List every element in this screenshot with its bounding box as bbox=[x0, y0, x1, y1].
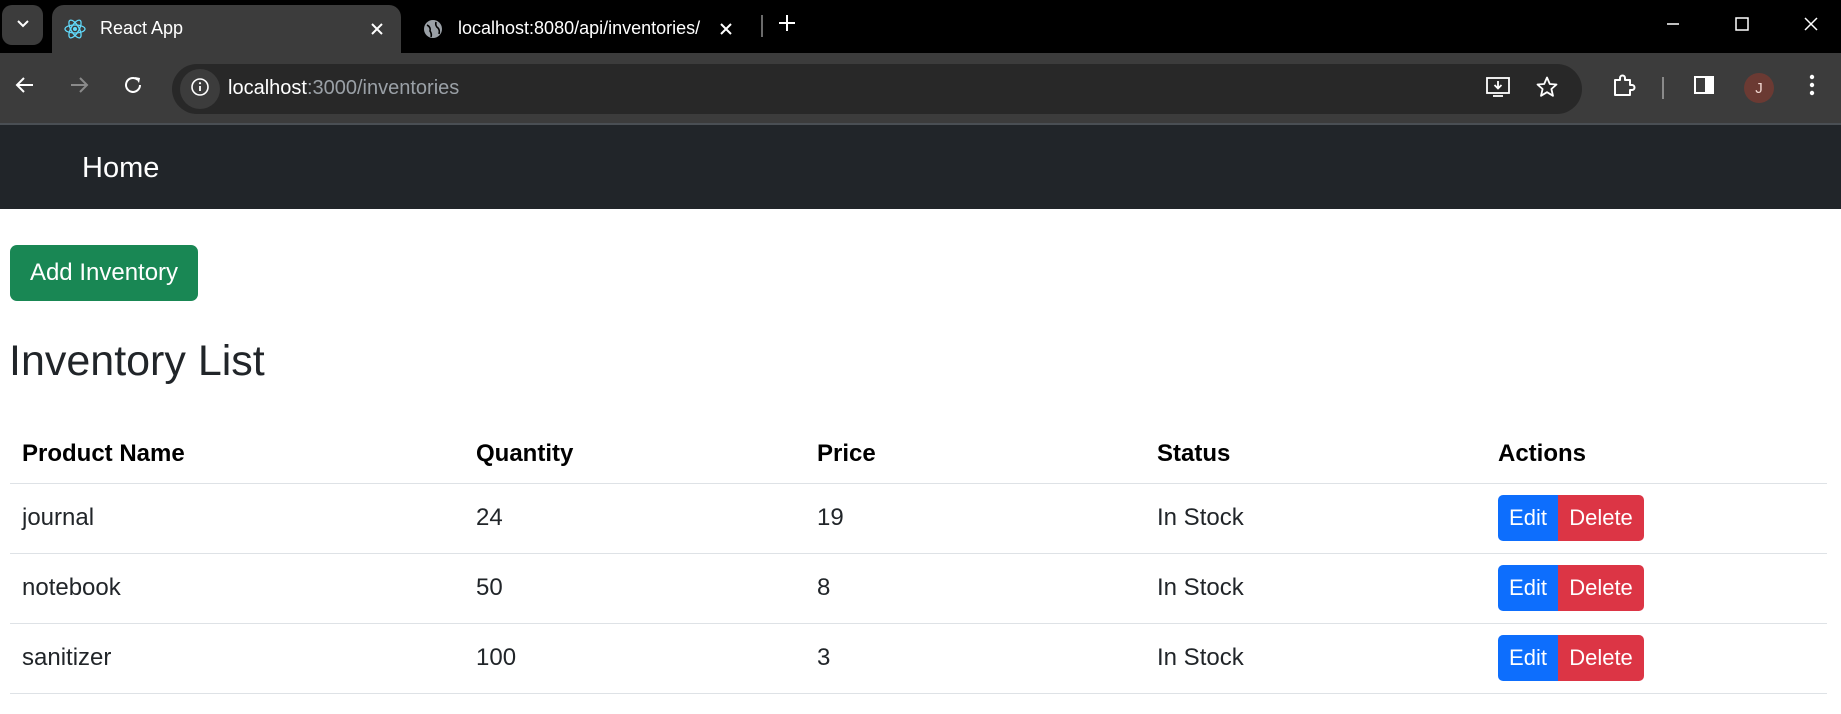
install-app-button[interactable] bbox=[1484, 75, 1512, 103]
page-title: Inventory List bbox=[9, 337, 265, 385]
close-icon[interactable] bbox=[714, 17, 738, 41]
delete-button[interactable]: Delete bbox=[1558, 495, 1644, 541]
url-text: localhost:3000/inventories bbox=[228, 77, 459, 100]
add-inventory-button[interactable]: Add Inventory bbox=[10, 245, 198, 301]
cell-status: In Stock bbox=[1145, 483, 1486, 554]
kebab-menu-icon bbox=[1808, 73, 1816, 102]
cell-price: 19 bbox=[805, 483, 1145, 554]
arrow-left-icon bbox=[14, 74, 36, 101]
star-icon bbox=[1535, 75, 1559, 104]
close-icon[interactable] bbox=[365, 17, 389, 41]
cell-product-name: sanitizer bbox=[10, 623, 464, 694]
app-navbar: Home bbox=[0, 123, 1841, 209]
reload-icon bbox=[122, 74, 144, 101]
cell-status: In Stock bbox=[1145, 553, 1486, 624]
tab-react-app[interactable]: React App bbox=[52, 5, 401, 53]
tab-divider bbox=[761, 15, 763, 37]
maximize-button[interactable] bbox=[1728, 12, 1756, 40]
side-panel-icon bbox=[1692, 73, 1716, 102]
cell-status: In Stock bbox=[1145, 623, 1486, 694]
profile-avatar[interactable]: J bbox=[1744, 73, 1774, 103]
browser-menu-button[interactable] bbox=[1796, 71, 1828, 103]
cell-quantity: 24 bbox=[464, 483, 805, 554]
cell-quantity: 100 bbox=[464, 623, 805, 694]
install-icon bbox=[1485, 75, 1511, 104]
extensions-button[interactable] bbox=[1607, 71, 1639, 103]
edit-button[interactable]: Edit bbox=[1498, 635, 1558, 681]
site-info-button[interactable] bbox=[180, 69, 220, 109]
tab-api-inventories[interactable]: localhost:8080/api/inventories/ bbox=[410, 5, 750, 53]
cell-actions: Edit Delete bbox=[1486, 553, 1827, 624]
tab-title: localhost:8080/api/inventories/ bbox=[458, 18, 701, 38]
table-row: notebook 50 8 In Stock Edit Delete bbox=[10, 553, 1827, 624]
url-path: :3000/inventories bbox=[306, 77, 460, 99]
tab-title: React App bbox=[100, 18, 184, 38]
cell-quantity: 50 bbox=[464, 553, 805, 624]
browser-toolbar: localhost:3000/inventories J bbox=[0, 53, 1841, 123]
maximize-icon bbox=[1734, 16, 1750, 37]
react-icon bbox=[63, 17, 87, 41]
edit-button[interactable]: Edit bbox=[1498, 565, 1558, 611]
header-actions: Actions bbox=[1486, 425, 1827, 484]
toolbar-divider bbox=[1662, 77, 1664, 99]
info-icon bbox=[190, 77, 210, 102]
url-host: localhost bbox=[228, 77, 307, 99]
table-header-row: Product Name Quantity Price Status Actio… bbox=[10, 425, 1827, 484]
header-status: Status bbox=[1145, 425, 1486, 484]
bookmark-button[interactable] bbox=[1533, 75, 1561, 103]
cell-product-name: journal bbox=[10, 483, 464, 554]
plus-icon bbox=[777, 13, 797, 38]
globe-icon bbox=[421, 17, 445, 41]
browser-tab-bar: React App localhost:8080/api/inventories… bbox=[0, 0, 1841, 53]
close-window-button[interactable] bbox=[1797, 12, 1825, 40]
arrow-right-icon bbox=[68, 74, 90, 101]
table-row: sanitizer 100 3 In Stock Edit Delete bbox=[10, 623, 1827, 694]
header-price: Price bbox=[805, 425, 1145, 484]
minimize-button[interactable] bbox=[1659, 12, 1687, 40]
address-bar[interactable]: localhost:3000/inventories bbox=[172, 64, 1582, 114]
forward-button[interactable] bbox=[63, 71, 95, 103]
back-button[interactable] bbox=[9, 71, 41, 103]
inventory-table: Product Name Quantity Price Status Actio… bbox=[10, 425, 1827, 694]
cell-price: 3 bbox=[805, 623, 1145, 694]
cell-product-name: notebook bbox=[10, 553, 464, 624]
header-quantity: Quantity bbox=[464, 425, 805, 484]
header-product-name: Product Name bbox=[10, 425, 464, 484]
puzzle-icon bbox=[1610, 72, 1636, 103]
tab-search-button[interactable] bbox=[2, 5, 43, 45]
table-row: journal 24 19 In Stock Edit Delete bbox=[10, 483, 1827, 554]
close-icon bbox=[1803, 16, 1819, 37]
cell-actions: Edit Delete bbox=[1486, 623, 1827, 694]
side-panel-button[interactable] bbox=[1688, 71, 1720, 103]
chevron-down-icon bbox=[15, 15, 31, 36]
delete-button[interactable]: Delete bbox=[1558, 565, 1644, 611]
cell-price: 8 bbox=[805, 553, 1145, 624]
reload-button[interactable] bbox=[117, 71, 149, 103]
minimize-icon bbox=[1665, 16, 1681, 37]
nav-home-link[interactable]: Home bbox=[82, 152, 159, 185]
cell-actions: Edit Delete bbox=[1486, 483, 1827, 554]
delete-button[interactable]: Delete bbox=[1558, 635, 1644, 681]
new-tab-button[interactable] bbox=[774, 12, 800, 38]
edit-button[interactable]: Edit bbox=[1498, 495, 1558, 541]
